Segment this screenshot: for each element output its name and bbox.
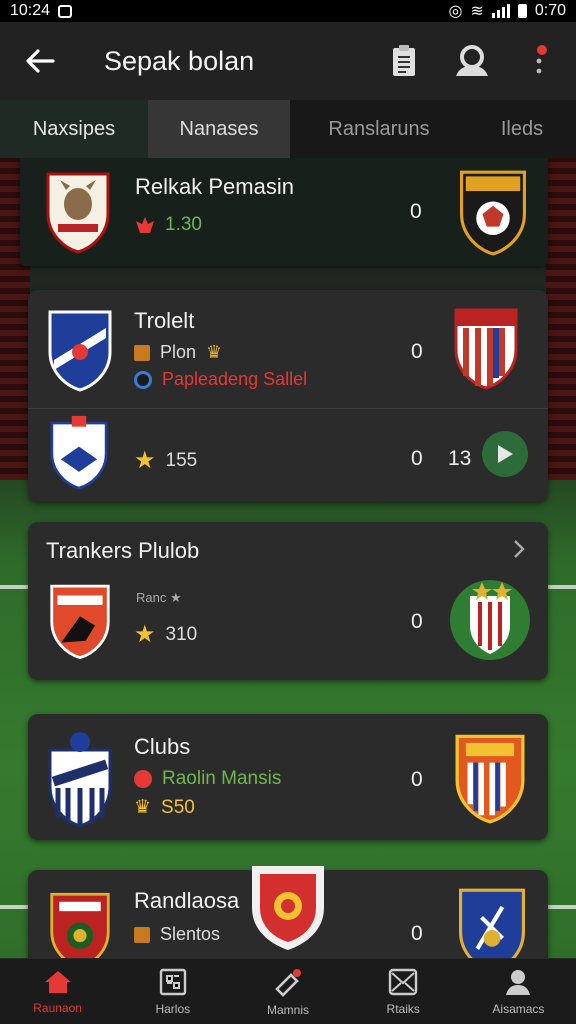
nav-label: Harlos [155,1001,191,1016]
match-detail-text: Slentos [160,924,221,944]
nav-item-raunaon[interactable]: Raunaon [0,959,115,1024]
status-time: 10:24 [10,2,51,19]
clipboard-icon[interactable] [384,41,424,81]
match-score: 0 [411,447,423,470]
match-score-secondary: 13 [448,447,472,470]
tab-nanases[interactable]: Nanases [148,100,290,158]
match-score: 0 [411,768,423,791]
battery-icon [517,4,527,18]
featured-crest-button[interactable] [246,858,330,952]
team-crest-icon [455,734,525,824]
match-label: Ranc ★ [136,590,182,605]
match-list: Relkak Pemasin 1.30 0 Trolelt Plon ♛ Pap… [0,158,576,958]
tab-naxsipes[interactable]: Naxsipes [0,100,148,158]
tab-ranslaruns[interactable]: Ranslaruns [290,100,468,158]
team-crest-icon [454,308,518,390]
play-icon [498,445,513,463]
home-icon [44,970,71,993]
notification-icon[interactable] [520,41,560,81]
team-crest-icon [48,732,112,828]
page-title: Sepak bolan [104,45,255,76]
chevron-right-icon[interactable] [512,538,526,560]
status-bar: 10:24 ◎ ≋ 0:70 [0,0,576,22]
match-detail: Papleadeng Sallel [134,369,307,390]
team-crest-icon [46,172,110,254]
app-bar: Sepak bolan [0,22,576,100]
tag-icon [134,926,150,943]
match-detail: Raolin Mansis [134,768,281,790]
fire-icon [136,217,154,233]
envelope-icon [389,968,418,995]
person-icon [506,969,531,995]
team-crest-icon [48,310,112,392]
nav-item-rtaiks[interactable]: Rtaiks [346,959,461,1024]
team-crest-icon [450,580,530,660]
match-rating-value: 310 [165,623,198,645]
match-detail: Slentos [134,924,220,945]
match-detail-text: Raolin Mansis [162,768,282,789]
match-odds: 1.30 [135,214,202,236]
star-icon: ★ [134,447,156,474]
match-label-text: Ranc [136,590,167,605]
match-card[interactable]: Trolelt Plon ♛ Papleadeng Sallel 0 ★ 155… [28,290,548,502]
match-score: 0 [410,200,422,223]
bottom-navigation: Raunaon Harlos Mamnis Rtaiks Aisamacs [0,958,576,1024]
signal-icon [491,4,510,18]
match-score: 0 [411,340,423,363]
play-button[interactable] [482,431,528,477]
team-crest-icon [50,892,110,958]
divider [28,408,548,409]
match-detail-text: Papleadeng Sallel [162,369,308,389]
nav-item-mamnis[interactable]: Mamnis [230,959,345,1024]
match-card[interactable]: Trankers Plulob Ranc ★ ★ 310 0 [28,522,548,680]
match-odds-value: 1.30 [165,214,202,235]
match-team-name: Randlaosa [134,888,240,913]
alarm-icon: ◎ [448,3,463,20]
match-detail-text: S50 [161,796,195,818]
tag-icon [134,344,150,361]
tab-ileds[interactable]: Ileds [468,100,576,158]
notification-status-icon [58,4,73,18]
match-card[interactable]: Clubs Raolin Mansis ♛ S50 0 [28,714,548,840]
info-icon [134,370,152,389]
profile-icon[interactable] [452,41,492,81]
crown-icon: ♛ [134,797,152,818]
star-icon: ★ [134,621,156,648]
whistle-icon [275,968,301,997]
ball-icon [134,770,152,788]
nav-label: Aisamacs [492,1001,545,1016]
team-crest-icon [459,888,525,958]
grid-icon [159,968,186,995]
team-crest-icon [50,415,108,490]
wifi-icon: ≋ [470,3,484,20]
match-rating: ★ 310 [134,620,197,649]
app-screen: 10:24 ◎ ≋ 0:70 Sepak bolan Naxsipes Nana… [0,0,576,1024]
back-arrow-icon[interactable] [20,41,60,81]
nav-label: Rtaiks [386,1001,420,1016]
tab-bar: Naxsipes Nanases Ranslaruns Ileds [0,100,576,158]
match-rating: ★ 155 [134,446,197,475]
match-team-name: Clubs [134,734,191,759]
match-team-name: Relkak Pemasin [135,174,294,199]
match-detail: Plon ♛ [134,342,222,363]
status-battery-time: 0:70 [534,2,566,19]
match-detail: ♛ S50 [134,796,195,819]
team-crest-icon [50,584,110,660]
match-score: 0 [411,922,423,945]
nav-label: Raunaon [33,1000,82,1015]
nav-label: Mamnis [267,1002,310,1017]
trophy-icon: ♛ [206,342,223,362]
match-rating-value: 155 [165,449,198,471]
match-card[interactable]: Relkak Pemasin 1.30 0 [20,158,548,266]
nav-item-harlos[interactable]: Harlos [115,959,230,1024]
nav-item-aisamacs[interactable]: Aisamacs [461,959,576,1024]
section-title: Trankers Plulob [46,538,200,563]
team-crest-icon [460,170,526,256]
match-detail-text: Plon [160,342,197,362]
match-score: 0 [411,610,423,633]
match-team-name: Trolelt [134,308,195,333]
